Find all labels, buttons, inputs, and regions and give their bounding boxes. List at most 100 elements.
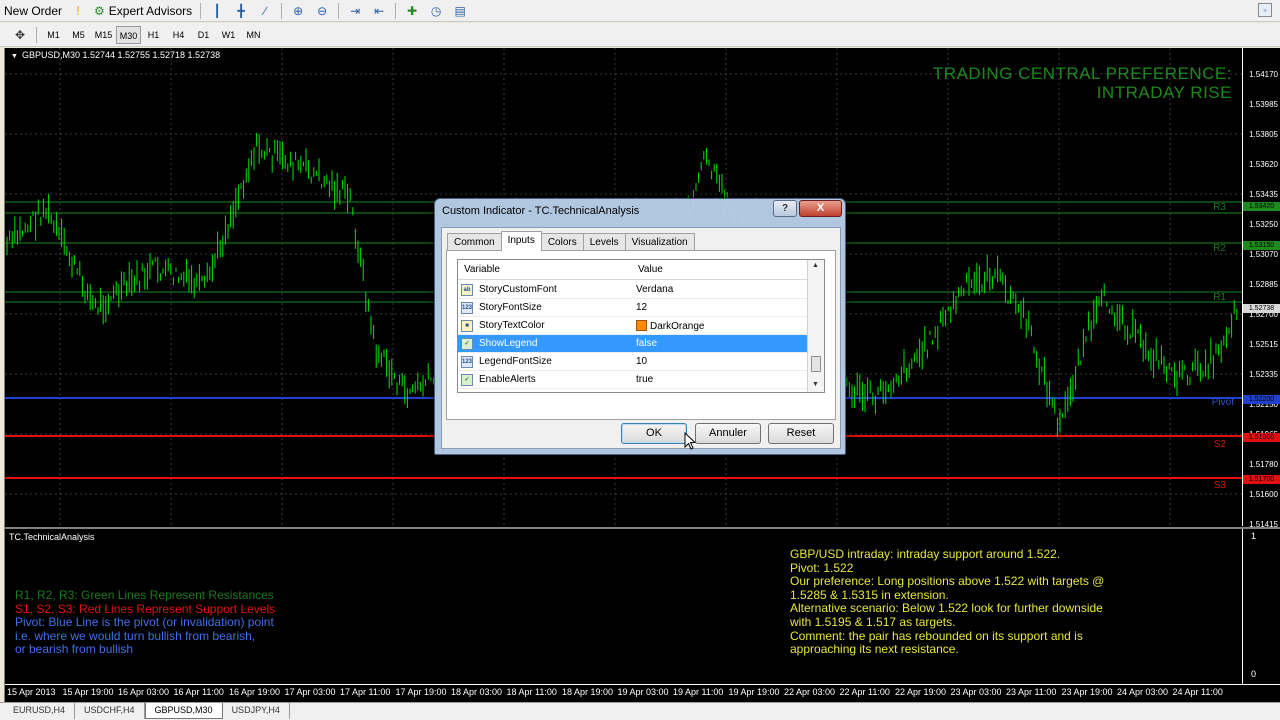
input-row-enablealerts[interactable]: ✓ EnableAlerts true [458, 371, 808, 389]
grid-scrollbar[interactable]: ▲ ▼ [807, 260, 824, 392]
toolbar-divider [200, 2, 202, 19]
time-tick: 22 Apr 03:00 [784, 687, 836, 697]
input-row-storytextcolor[interactable]: ■ StoryTextColor DarkOrange [458, 317, 808, 335]
analysis-line: with 1.5195 & 1.517 as targets. [790, 614, 956, 629]
scroll-up-icon[interactable]: ▲ [812, 262, 819, 269]
templates-icon[interactable]: ▤ [451, 2, 469, 20]
tab-visualization[interactable]: Visualization [624, 233, 695, 250]
price-level-tag: 1.53150 [1243, 241, 1280, 250]
banner-line-2: INTRADAY RISE [1096, 83, 1232, 102]
legend-line: S1, S2, S3: Red Lines Represent Support … [15, 601, 276, 616]
r3-label: R3 [1213, 202, 1226, 213]
time-tick: 16 Apr 11:00 [173, 687, 224, 697]
price-level-tag: 1.52738 [1243, 304, 1280, 313]
price-tick: 1.53620 [1249, 160, 1278, 169]
time-tick: 16 Apr 03:00 [118, 687, 170, 697]
chart-title-arrow-icon: ▼ [11, 53, 18, 60]
variable-type-icon: ■ [461, 320, 473, 332]
timeframe-m5[interactable]: M5 [66, 26, 91, 44]
price-tick: 1.52335 [1249, 370, 1278, 379]
periods-icon[interactable]: ◷ [427, 2, 445, 20]
price-tick: 1.51600 [1249, 490, 1278, 499]
new-order-button[interactable]: New Order [0, 1, 66, 21]
time-tick: 19 Apr 11:00 [673, 687, 724, 697]
timeframe-h4[interactable]: H4 [166, 26, 191, 44]
chart-tab[interactable]: GBPUSD,M30 [144, 703, 223, 719]
scroll-down-icon[interactable]: ▼ [812, 381, 819, 388]
cursor-tool-icon[interactable]: ✥ [11, 26, 29, 44]
timeframe-m1[interactable]: M1 [41, 26, 66, 44]
custom-indicator-dialog: Custom Indicator - TC.TechnicalAnalysis … [434, 198, 846, 455]
price-level-tag: 1.51700 [1243, 475, 1280, 484]
price-scale[interactable]: 1.54170 1.53985 1.53805 1.53620 1.53435 1.532… [1242, 48, 1280, 529]
zoom-in-icon[interactable]: ⊕ [289, 2, 307, 20]
tab-inputs[interactable]: Inputs [500, 231, 542, 251]
line-chart-icon[interactable]: ∕ [256, 2, 274, 20]
timeframe-mn[interactable]: MN [241, 26, 266, 44]
input-row-storyfontsize[interactable]: 123 StoryFontSize 12 [458, 299, 808, 317]
variable-name: StoryFontSize [479, 302, 542, 313]
expert-advisors-button[interactable]: ⚙ Expert Advisors [90, 1, 196, 21]
column-variable[interactable]: Variable [464, 264, 500, 275]
variable-value[interactable]: 10 [636, 356, 647, 367]
variable-type-icon: 123 [461, 356, 473, 368]
input-row-storycustomfont[interactable]: ab StoryCustomFont Verdana [458, 281, 808, 299]
timeframe-h1[interactable]: H1 [141, 26, 166, 44]
tab-colors[interactable]: Colors [540, 233, 584, 250]
time-tick: 18 Apr 03:00 [451, 687, 503, 697]
restore-window-icon[interactable]: ▫ [1258, 3, 1272, 17]
help-button[interactable]: ? [773, 200, 797, 217]
bar-chart-icon[interactable]: ┃ [208, 2, 226, 20]
variable-value[interactable]: Verdana [636, 284, 673, 295]
dialog-tabs: Common Inputs Colors Levels Visualization [447, 231, 695, 251]
time-tick: 22 Apr 19:00 [895, 687, 947, 697]
chart-tab[interactable]: USDCHF,H4 [75, 703, 145, 719]
chart-tab[interactable]: EURUSD,H4 [4, 703, 76, 719]
close-button[interactable]: X [799, 200, 842, 217]
zoom-out-icon[interactable]: ⊖ [313, 2, 331, 20]
time-tick: 15 Apr 19:00 [62, 687, 114, 697]
variable-value[interactable]: true [636, 374, 653, 385]
color-swatch [636, 320, 647, 331]
variable-value[interactable]: DarkOrange [636, 320, 704, 332]
input-row-showlegend[interactable]: ✓ ShowLegend false [458, 335, 808, 353]
variable-value-text: DarkOrange [650, 321, 705, 332]
reset-button[interactable]: Reset [768, 423, 834, 444]
variable-value[interactable]: false [636, 338, 657, 349]
variable-name: StoryTextColor [479, 320, 545, 331]
tab-levels[interactable]: Levels [582, 233, 626, 250]
r1-label: R1 [1213, 292, 1226, 303]
scroll-thumb[interactable] [811, 356, 821, 372]
timeframe-w1[interactable]: W1 [216, 26, 241, 44]
inputs-grid[interactable]: Variable Value ab StoryCustomFont Verdana 1… [457, 259, 825, 393]
input-row-legendfontsize[interactable]: 123 LegendFontSize 10 [458, 353, 808, 371]
subwindow-divider[interactable] [5, 527, 1280, 529]
timeframe-d1[interactable]: D1 [191, 26, 216, 44]
time-tick: 23 Apr 19:00 [1061, 687, 1113, 697]
time-tick: 24 Apr 11:00 [1172, 687, 1223, 697]
subwindow-title: TC.TechnicalAnalysis [9, 532, 95, 542]
analysis-line: approaching its next resistance. [790, 642, 959, 657]
tab-common[interactable]: Common [447, 233, 502, 250]
analysis-line: Pivot: 1.522 [790, 560, 854, 575]
column-value[interactable]: Value [638, 264, 663, 275]
warning-icon[interactable]: ! [69, 2, 87, 20]
indicators-icon[interactable]: ✚ [403, 2, 421, 20]
cancel-button[interactable]: Annuler [695, 423, 761, 444]
auto-scroll-icon[interactable]: ⇥ [346, 2, 364, 20]
timeframe-m30[interactable]: M30 [116, 25, 141, 44]
timeframe-m15[interactable]: M15 [91, 26, 116, 44]
subwindow-scale-bottom: 0 [1250, 669, 1256, 679]
chart-tab[interactable]: USDJPY,H4 [223, 703, 290, 719]
variable-value[interactable]: 12 [636, 302, 647, 313]
price-tick: 1.54170 [1249, 70, 1278, 79]
time-tick: 18 Apr 11:00 [506, 687, 557, 697]
subwindow-scale: 1 0 [1242, 529, 1280, 684]
price-level-tag: 1.51900 [1243, 433, 1280, 442]
candlestick-icon[interactable]: ╋ [232, 2, 250, 20]
legend-line: Pivot: Blue Line is the pivot (or invali… [15, 615, 274, 629]
analysis-line: Alternative scenario: Below 1.522 look f… [790, 601, 1103, 616]
chart-shift-icon[interactable]: ⇤ [370, 2, 388, 20]
ok-button[interactable]: OK [621, 423, 687, 444]
price-tick: 1.53070 [1249, 250, 1278, 259]
